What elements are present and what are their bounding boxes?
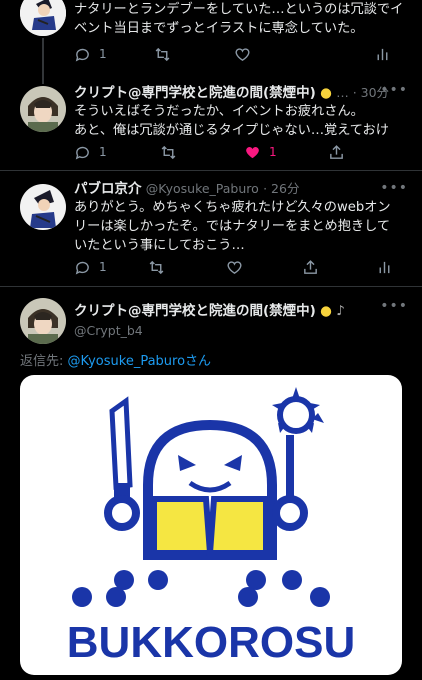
avatar[interactable]	[20, 298, 66, 344]
analytics-button[interactable]	[374, 44, 391, 64]
more-options-icon[interactable]: •••	[380, 298, 408, 314]
handle-row: @Crypt_b4	[74, 322, 410, 340]
like-button[interactable]	[234, 44, 251, 64]
tweet-image[interactable]: BUKKOROSU	[20, 375, 402, 675]
reply-button[interactable]: 1	[74, 257, 107, 277]
tweet-actions: 1 1	[74, 142, 402, 162]
tweet-text: ありがとう。めちゃくちゃ疲れたけど久々のwebオン リーは楽しかったぞ。ではナタ…	[74, 200, 391, 253]
tweet-text: そういえばそうだったか、イベントお疲れさん。 あと、俺は冗談が通じるタイプじゃな…	[74, 104, 389, 138]
like-button[interactable]: 1	[244, 142, 277, 162]
analytics-icon	[379, 261, 390, 273]
retweet-icon	[161, 145, 176, 159]
tweet-header: クリプト@専門学校と院進の間(禁煙中) ● ♪	[74, 302, 410, 320]
retweet-icon	[155, 47, 170, 61]
mention-link[interactable]: @Kyosuke_Paburoさん	[68, 354, 212, 369]
more-options-icon[interactable]: •••	[380, 82, 408, 98]
more-options-icon[interactable]: •••	[380, 180, 408, 196]
handle[interactable]: @Crypt_b4	[74, 323, 143, 338]
share-icon	[304, 259, 317, 274]
analytics-icon	[377, 48, 388, 60]
handle[interactable]: @Kyosuke_Paburo	[146, 181, 259, 196]
like-button[interactable]	[226, 257, 243, 277]
avatar[interactable]	[20, 0, 66, 36]
tweet-header: クリプト@専門学校と院進の間(禁煙中) ● … · 30分	[74, 84, 410, 102]
retweet-icon	[149, 260, 164, 274]
bukkorosu-illustration: BUKKOROSU	[67, 387, 355, 667]
heart-icon	[235, 47, 250, 61]
thread-line	[42, 38, 44, 84]
display-name[interactable]: パブロ京介	[74, 181, 142, 197]
share-icon	[330, 144, 343, 159]
tweet[interactable]: パブロ京介 @Kyosuke_Paburo · 26分 ••• ありがとう。めち…	[0, 180, 422, 290]
replying-label: 返信先:	[20, 354, 64, 369]
display-name[interactable]: クリプト@専門学校と院進の間(禁煙中)	[74, 85, 316, 101]
reply-button[interactable]: 1	[74, 44, 107, 64]
display-name[interactable]: クリプト@専門学校と院進の間(禁煙中)	[74, 303, 316, 319]
reply-icon	[75, 146, 89, 159]
divider	[0, 286, 422, 287]
share-button[interactable]	[302, 257, 319, 277]
music-note-icon: ♪	[336, 303, 345, 319]
reply-icon	[75, 261, 89, 274]
tweet[interactable]: クリプト@専門学校と院進の間(禁煙中) ● … · 30分 ••• そういえばそ…	[0, 80, 422, 180]
analytics-button[interactable]	[376, 257, 393, 277]
replying-to: 返信先: @Kyosuke_Paburoさん	[20, 350, 211, 369]
share-button[interactable]	[328, 142, 345, 162]
tweet[interactable]: ナタリーとランデブーをしていた…というのは冗談でイ ベント当日までずっとイラスト…	[0, 0, 422, 84]
emoji-icon: ●	[320, 303, 332, 319]
reply-count: 1	[99, 145, 107, 159]
avatar[interactable]	[20, 86, 66, 132]
reply-button[interactable]: 1	[74, 142, 107, 162]
retweet-button[interactable]	[154, 44, 171, 64]
tweet-actions: 1	[74, 257, 402, 277]
tweet-actions: 1	[74, 44, 402, 64]
heart-icon	[227, 260, 242, 274]
timestamp[interactable]: · 26分	[263, 181, 299, 196]
reply-icon	[75, 48, 89, 61]
tweet-header: パブロ京介 @Kyosuke_Paburo · 26分	[74, 180, 410, 198]
emoji-icon: ●	[320, 85, 332, 101]
like-count: 1	[269, 145, 277, 159]
avatar[interactable]	[20, 184, 66, 230]
heart-filled-icon	[246, 146, 259, 158]
tweet-text: ナタリーとランデブーをしていた…というのは冗談でイ ベント当日までずっとイラスト…	[74, 2, 404, 36]
retweet-button[interactable]	[160, 142, 177, 162]
divider	[0, 170, 422, 171]
reply-count: 1	[99, 47, 107, 61]
reply-count: 1	[99, 260, 107, 274]
logo-text: BUKKOROSU	[67, 618, 355, 667]
retweet-button[interactable]	[148, 257, 165, 277]
